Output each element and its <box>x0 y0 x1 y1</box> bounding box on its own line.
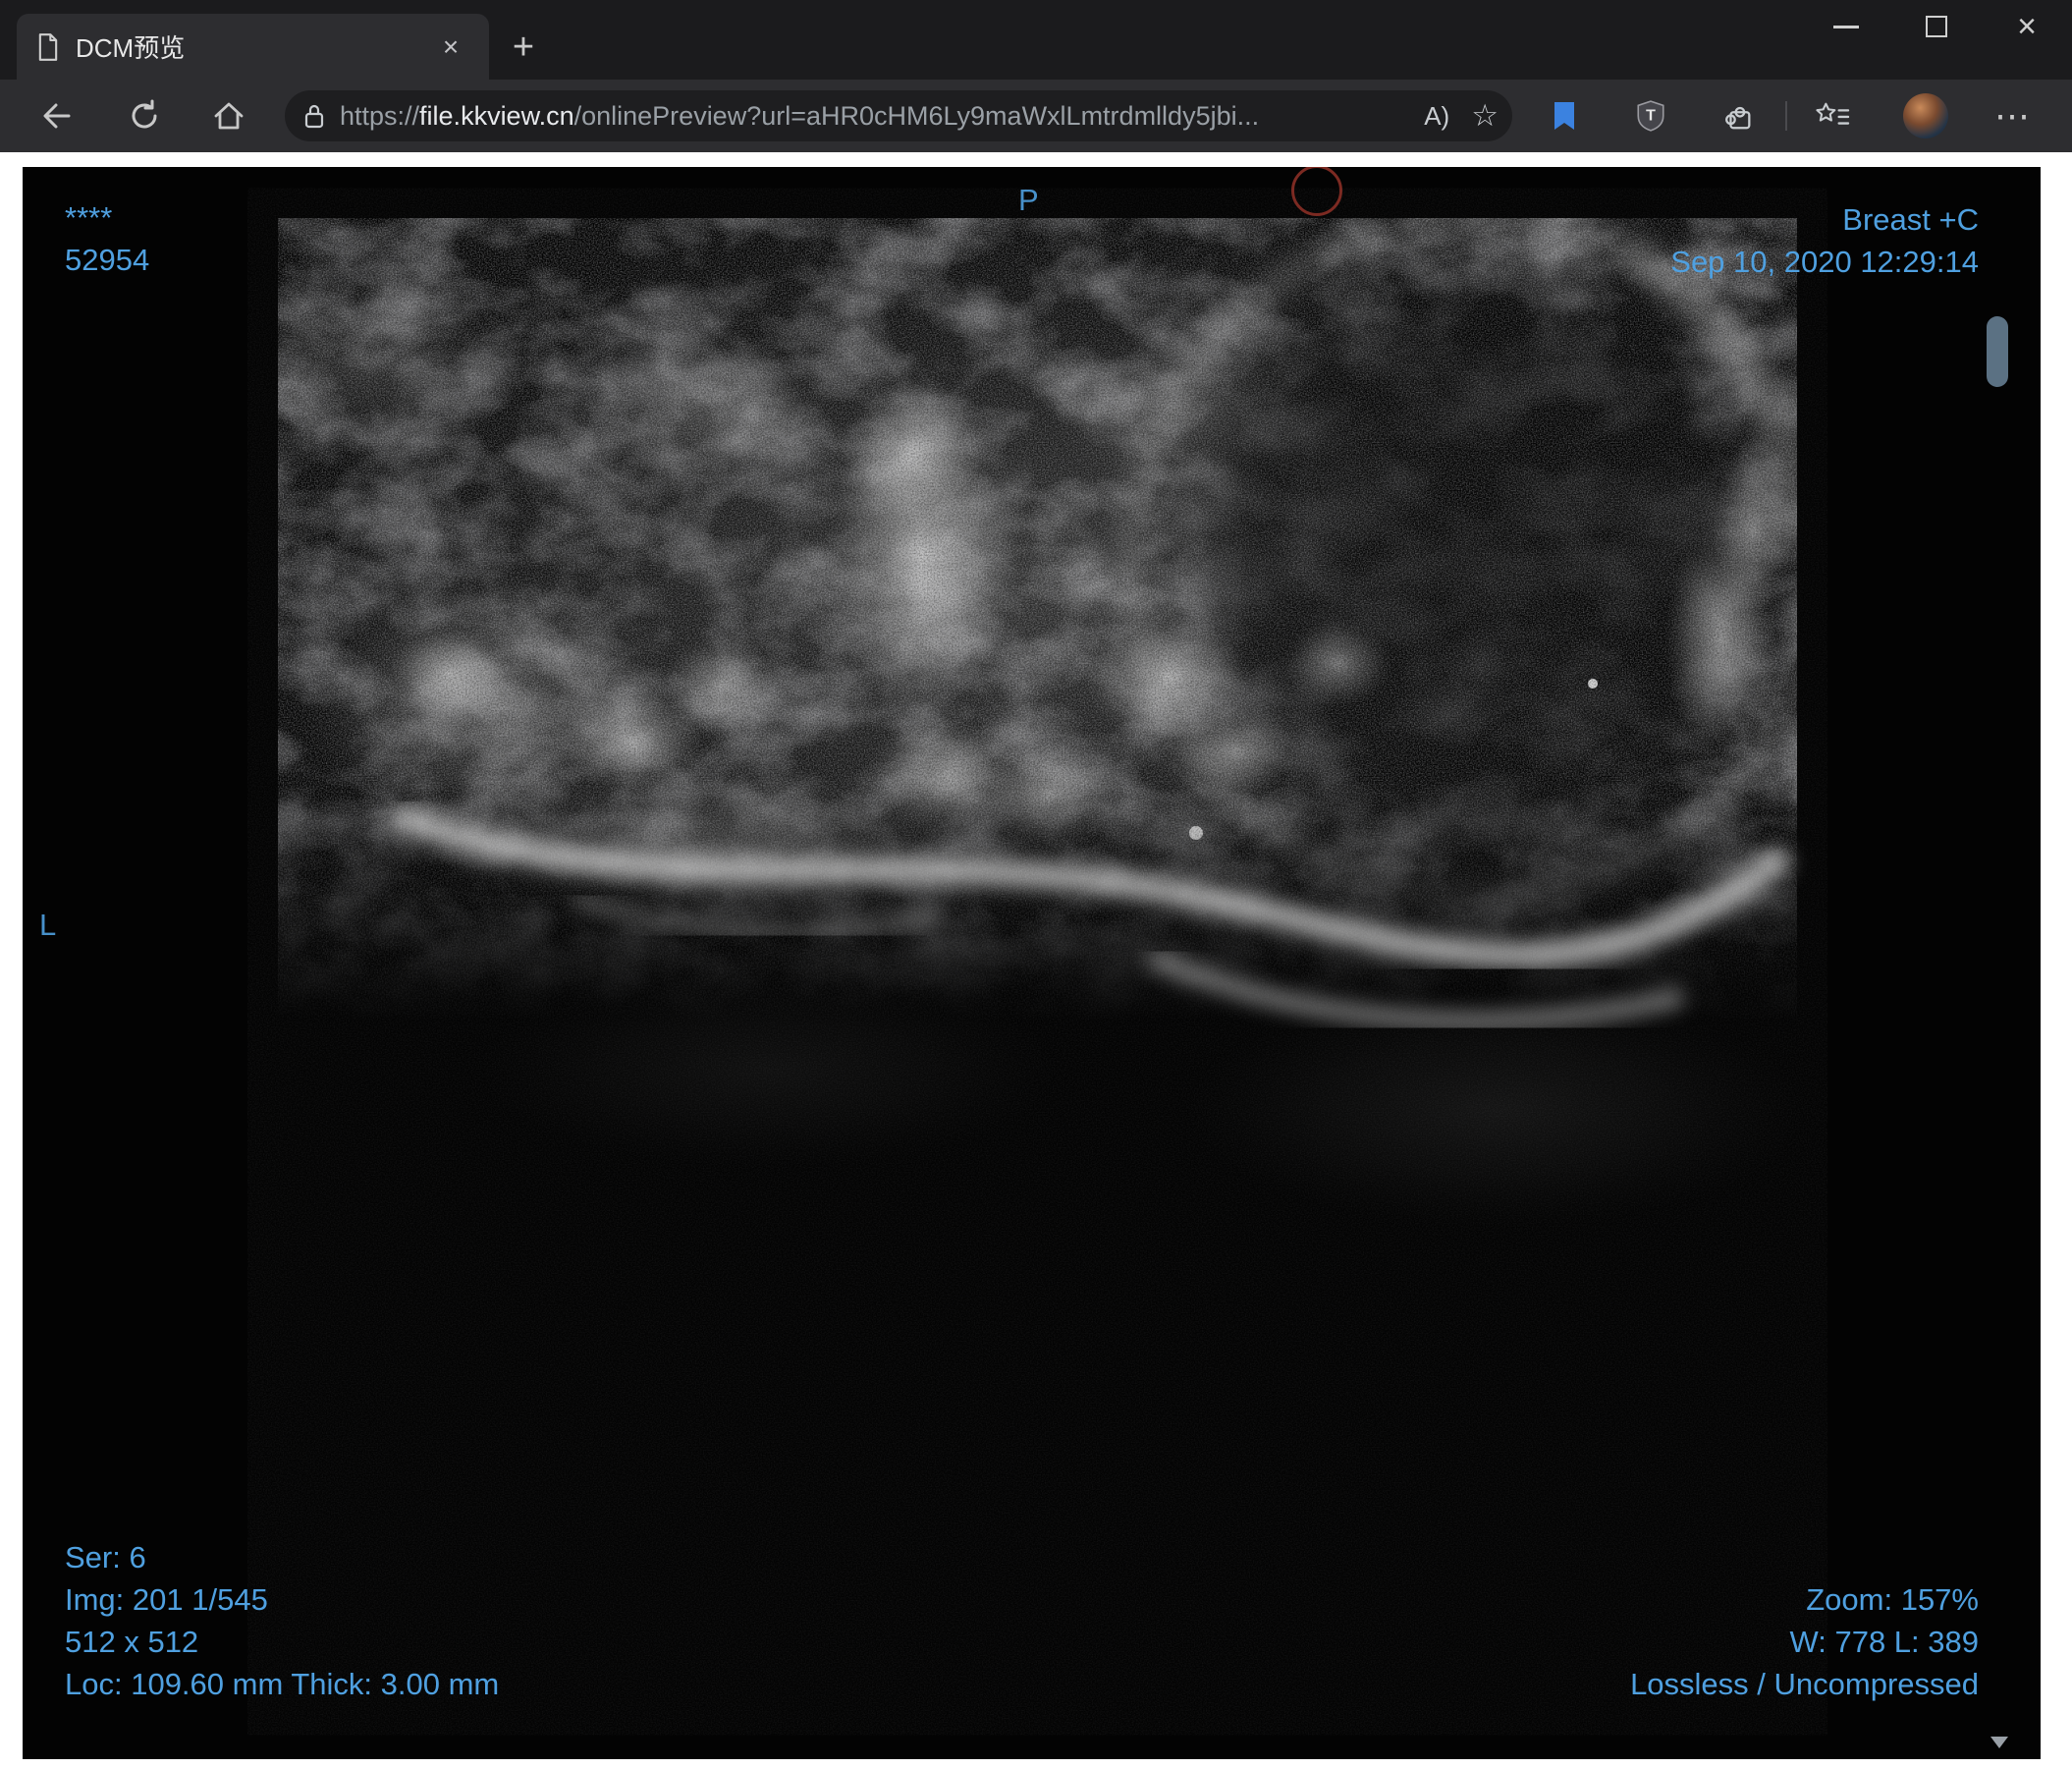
url-path: /onlinePreview?url=aHR0cHM6Ly9maWxlLmtrd… <box>573 100 1260 131</box>
back-button[interactable] <box>35 94 79 138</box>
orientation-marker-posterior: P <box>1018 183 1039 217</box>
tab-close-icon[interactable]: × <box>432 28 469 66</box>
home-icon <box>214 102 244 130</box>
star-icon: ☆ <box>1471 98 1499 133</box>
close-icon: × <box>2017 8 2037 45</box>
viewer-scrollbar-thumb[interactable] <box>1987 316 2008 387</box>
url-text: https://file.kkview.cn/onlinePreview?url… <box>340 101 1402 132</box>
refresh-button[interactable] <box>123 94 166 138</box>
profile-avatar[interactable] <box>1903 93 1948 138</box>
overlay-window-level: W: 778 L: 389 <box>1789 1625 1979 1659</box>
extensions-puzzle-button[interactable] <box>1711 94 1766 138</box>
minimize-icon <box>1833 25 1859 28</box>
shield-t-icon: T <box>1637 100 1664 132</box>
overlay-image-number: Img: 201 1/545 <box>65 1582 268 1617</box>
address-bar[interactable]: https://file.kkview.cn/onlinePreview?url… <box>285 90 1512 141</box>
orientation-marker-left: L <box>39 908 57 942</box>
back-icon <box>43 103 71 129</box>
overlay-study-description: Breast +C <box>1842 202 1979 237</box>
settings-more-button[interactable]: ⋯ <box>1989 94 2036 138</box>
overlay-matrix-size: 512 x 512 <box>65 1625 199 1659</box>
overlay-compression: Lossless / Uncompressed <box>1630 1667 1979 1701</box>
favorites-hub-button[interactable] <box>1809 94 1856 138</box>
overlay-patient-name: **** <box>65 200 113 235</box>
window-close-button[interactable]: × <box>1982 0 2072 53</box>
overlay-patient-info: **** 52954 <box>65 196 149 281</box>
new-tab-button[interactable]: + <box>503 28 544 69</box>
overlay-display-info: Zoom: 157% W: 778 L: 389 Lossless / Unco… <box>1630 1578 1979 1705</box>
mri-image <box>23 167 2041 1759</box>
more-icon: ⋯ <box>1994 95 2030 136</box>
url-scheme: https:// <box>340 100 420 131</box>
page-file-icon <box>36 32 60 61</box>
extension-button-shield[interactable]: T <box>1623 94 1678 138</box>
page-background: **** 52954 Breast +C Sep 10, 2020 12:29:… <box>0 152 2072 1768</box>
shield-t-letter: T <box>1646 107 1656 124</box>
maximize-icon <box>1926 16 1947 37</box>
overlay-location-thickness: Loc: 109.60 mm Thick: 3.00 mm <box>65 1667 500 1701</box>
favorites-hub-icon <box>1816 102 1850 125</box>
toolbar-divider <box>1785 101 1787 131</box>
overlay-series-info: Ser: 6 Img: 201 1/545 512 x 512 Loc: 109… <box>65 1536 499 1705</box>
overlay-series-number: Ser: 6 <box>65 1540 146 1575</box>
navigation-bar: https://file.kkview.cn/onlinePreview?url… <box>0 80 2072 152</box>
lock-icon <box>302 102 326 130</box>
blue-bookmark-icon <box>1554 102 1574 130</box>
window-minimize-button[interactable] <box>1801 0 1891 53</box>
read-aloud-icon: A) <box>1424 100 1450 131</box>
window-controls: × <box>1801 0 2072 53</box>
extension-button-blue[interactable] <box>1537 94 1592 138</box>
overlay-study-info: Breast +C Sep 10, 2020 12:29:14 <box>1670 198 1979 283</box>
overlay-zoom: Zoom: 157% <box>1806 1582 1979 1617</box>
overlay-study-datetime: Sep 10, 2020 12:29:14 <box>1670 245 1979 279</box>
read-aloud-button[interactable]: A) <box>1424 101 1449 132</box>
viewer-scrollbar-down-arrow[interactable] <box>1990 1737 2008 1748</box>
refresh-icon <box>132 99 157 129</box>
url-domain: file.kkview.cn <box>419 100 574 131</box>
browser-window: DCM预览 × + × https://file.kkview.cn/onlin… <box>0 0 2072 1768</box>
tab-title: DCM预览 <box>76 33 186 63</box>
browser-tab-dcm-preview[interactable]: DCM预览 × <box>17 14 489 80</box>
annotation-circle[interactable] <box>1291 167 1342 216</box>
puzzle-icon <box>1725 106 1751 130</box>
dicom-viewer-canvas[interactable]: **** 52954 Breast +C Sep 10, 2020 12:29:… <box>23 167 2041 1759</box>
home-button[interactable] <box>207 94 250 138</box>
window-maximize-button[interactable] <box>1891 0 1982 53</box>
add-favorite-button[interactable]: ☆ <box>1471 98 1499 134</box>
overlay-patient-id: 52954 <box>65 243 150 277</box>
tab-strip: DCM预览 × + × <box>0 0 2072 80</box>
